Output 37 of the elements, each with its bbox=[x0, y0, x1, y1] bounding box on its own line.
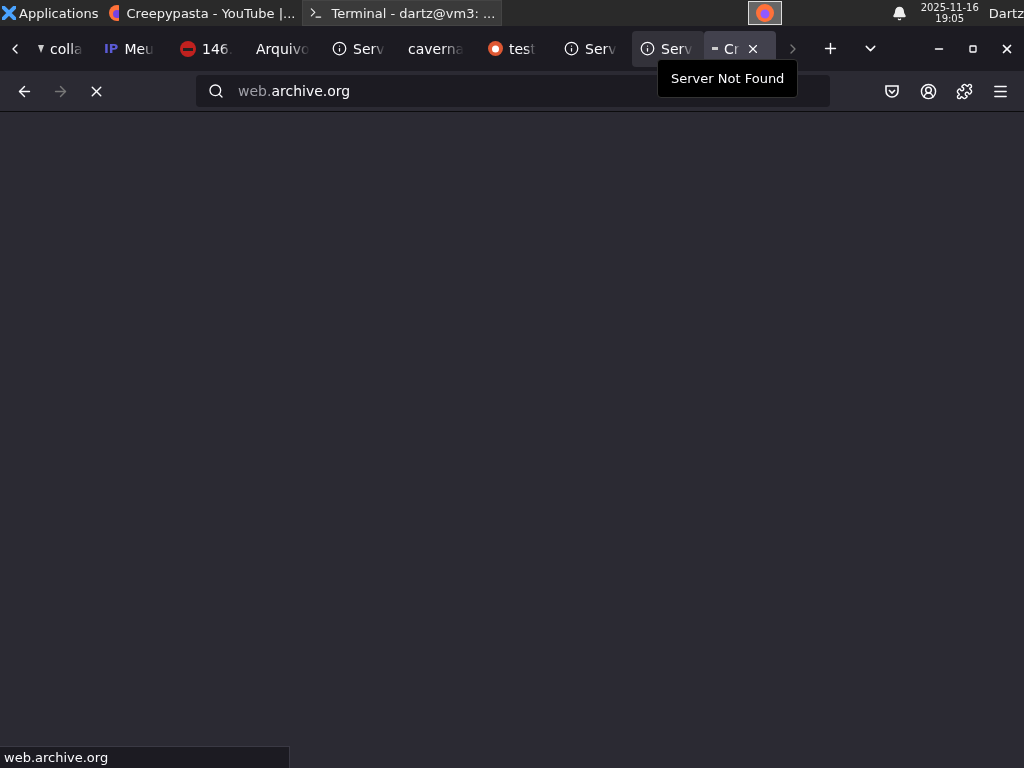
browser-tab[interactable]: Serv bbox=[632, 30, 704, 67]
browser-tab[interactable]: colla bbox=[30, 30, 96, 67]
duck-icon bbox=[488, 41, 503, 56]
blocked-icon bbox=[180, 40, 196, 57]
browser-tab[interactable]: Serv bbox=[556, 30, 632, 67]
browser-button[interactable] bbox=[747, 1, 782, 25]
terminal-icon bbox=[309, 6, 324, 20]
search-icon bbox=[208, 83, 224, 99]
info-icon bbox=[332, 41, 347, 56]
applications-icon bbox=[2, 6, 16, 20]
tab-icon-label: IP bbox=[104, 41, 119, 56]
clock-date: 2025-11-16 bbox=[920, 2, 979, 13]
taskbar-task[interactable]: Terminal - dartz@vm3: ... bbox=[302, 0, 503, 26]
taskbar-task[interactable]: Creepypasta - YouTube |... bbox=[102, 0, 303, 26]
address-text: web.archive.org bbox=[238, 83, 351, 99]
info-icon bbox=[640, 41, 655, 56]
browser-tab[interactable]: Serv bbox=[324, 30, 400, 67]
browser-tab[interactable]: IP Meu bbox=[96, 30, 172, 67]
loading-icon bbox=[712, 47, 718, 50]
browser-icon bbox=[755, 4, 774, 22]
user-name[interactable]: Dartz bbox=[988, 5, 1024, 21]
browser-tab[interactable]: Arquivo bbox=[248, 30, 324, 67]
puzzle-icon bbox=[955, 82, 973, 100]
tooltip: Server Not Found bbox=[657, 59, 799, 98]
maximize-icon bbox=[969, 44, 977, 53]
applications-menu[interactable]: Applications bbox=[0, 0, 103, 26]
status-bar: web.archive.org bbox=[0, 746, 290, 768]
browser-tab[interactable]: test bbox=[480, 30, 556, 67]
browser-tab[interactable]: 146. bbox=[172, 30, 248, 67]
clock-time: 19:05 bbox=[935, 13, 965, 24]
notification-icon[interactable] bbox=[891, 5, 907, 21]
browser-icon bbox=[109, 5, 119, 21]
info-icon bbox=[564, 41, 579, 56]
browser-tab[interactable]: caverna bbox=[400, 30, 480, 67]
triangle-icon bbox=[38, 44, 44, 53]
pocket-icon bbox=[884, 83, 900, 99]
account-icon bbox=[919, 82, 937, 100]
